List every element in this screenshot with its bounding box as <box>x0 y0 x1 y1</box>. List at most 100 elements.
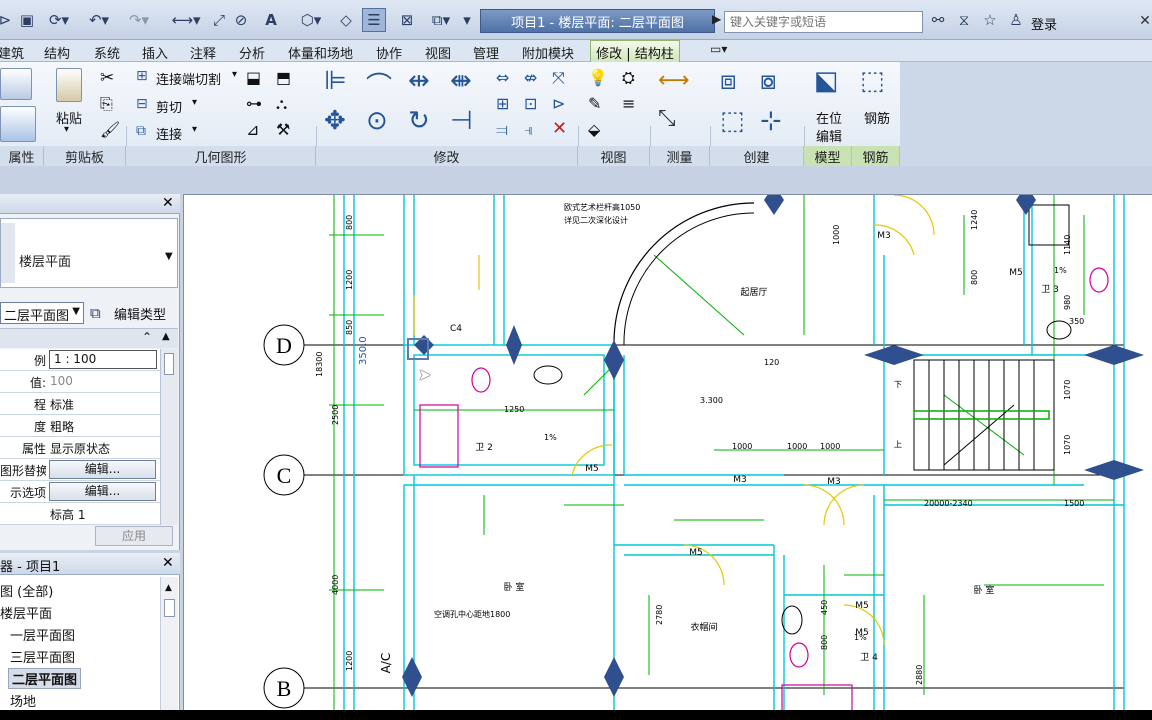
tab-manage[interactable]: 管理 <box>473 43 499 62</box>
tab-view[interactable]: 视图 <box>425 43 451 62</box>
rotate-icon[interactable]: ↻ <box>408 106 430 136</box>
login-button[interactable]: 登录 <box>1031 14 1057 33</box>
property-value[interactable]: 粗略 <box>50 418 74 435</box>
thin-lines-icon[interactable]: ☰ <box>362 8 386 32</box>
copy-icon[interactable]: ⎘ <box>100 94 113 114</box>
close-icon[interactable]: ✕ <box>162 195 174 211</box>
join-label[interactable]: 连接 <box>156 124 182 143</box>
browser-scrollbar[interactable]: ▲ <box>160 577 178 713</box>
align-icon[interactable]: ⊫ <box>324 66 347 96</box>
properties-icon[interactable] <box>0 106 36 142</box>
cope-icon[interactable]: ⊞ <box>136 68 148 84</box>
tab-modify-structural-column[interactable]: 修改 | 结构柱 <box>590 40 680 63</box>
mirror-draw-icon[interactable]: ⇼ <box>450 66 472 96</box>
split-face-icon[interactable]: ⬒ <box>276 68 291 87</box>
close-hidden-icon[interactable]: ⊠ <box>396 10 418 30</box>
view-instance-select[interactable]: 二层平面图 ▼ <box>0 302 84 324</box>
tag-icon[interactable]: ⊘ <box>232 10 250 30</box>
in-place-edit-label-2[interactable]: 编辑 <box>816 126 842 145</box>
tree-floor-1[interactable]: 一层平面图 <box>10 625 75 644</box>
ribbon-options-icon[interactable]: ▭▾ <box>710 42 727 56</box>
close-icon[interactable]: ✕ <box>162 555 174 571</box>
undo-icon[interactable]: ↶▾ <box>82 10 116 30</box>
scrollbar-thumb[interactable] <box>164 599 175 617</box>
rebar-label[interactable]: 钢筋 <box>864 108 890 127</box>
scroll-up-icon[interactable]: ▲ <box>165 583 172 593</box>
create-parts-icon[interactable]: ⧇ <box>760 66 777 97</box>
graphic-override-edit-button[interactable]: 编辑... <box>49 460 156 479</box>
tree-floor-2-selected[interactable]: 二层平面图 <box>8 668 82 689</box>
drawing-canvas[interactable]: D C B 起居厅 卫 2 卧 室 卧 室 衣帽间 卫 3 卫 4 C4 M5 … <box>183 194 1152 710</box>
paste-dropdown-icon[interactable]: ▾ <box>64 124 69 135</box>
paint-icon[interactable]: ⛬ <box>276 94 287 114</box>
hide-element-icon[interactable]: ⬙ <box>588 120 600 139</box>
property-value[interactable]: 显示原状态 <box>50 440 110 457</box>
wall-joins-icon[interactable]: ⬓ <box>246 68 261 87</box>
scroll-up-icon[interactable]: ▲ <box>162 331 170 342</box>
tree-views-all[interactable]: 图 (全部) <box>0 581 53 600</box>
join-geometry-icon[interactable]: ⊶ <box>246 94 262 113</box>
delete-icon[interactable]: ✕ <box>552 118 567 139</box>
open-icon[interactable]: ⊳ <box>0 10 14 30</box>
tab-systems[interactable]: 系统 <box>94 43 120 62</box>
redo-icon[interactable]: ↷▾ <box>122 10 156 30</box>
trim-multi-icon[interactable]: ⫣ <box>524 120 534 140</box>
unpin-icon[interactable]: ⤧ <box>552 68 565 88</box>
rebar-icon[interactable]: ⬚ <box>860 66 885 96</box>
edit-type-icon[interactable]: ⧉ <box>90 304 101 322</box>
cut-geometry-icon[interactable]: ⊟ <box>136 96 148 112</box>
join-icon[interactable]: ⧉ <box>136 123 146 139</box>
text-icon[interactable]: A <box>262 10 280 30</box>
subscription-icon[interactable]: ⧖ <box>954 10 974 30</box>
tab-insert[interactable]: 插入 <box>142 43 168 62</box>
cut-join-dropdown-icon[interactable]: ▾ <box>232 69 237 80</box>
cut-geometry-dropdown-icon[interactable]: ▾ <box>192 97 197 108</box>
expand-arrow-icon[interactable]: ▶ <box>712 12 721 26</box>
tab-architecture[interactable]: 建筑 <box>0 43 24 62</box>
dimension-icon[interactable]: ⤢ <box>210 10 228 30</box>
tree-floor-plans[interactable]: 楼层平面 <box>0 603 52 622</box>
switch-windows-icon[interactable]: ⧉▾ <box>424 10 458 30</box>
cut-geometry-label[interactable]: 剪切 <box>156 97 182 116</box>
offset-icon[interactable]: ⌒ <box>366 66 392 103</box>
property-value[interactable]: 标准 <box>50 396 74 413</box>
search-input[interactable] <box>724 11 923 33</box>
measure-between-icon[interactable]: ⟷ <box>658 68 690 93</box>
scrollbar-thumb[interactable] <box>164 353 174 375</box>
split-icon[interactable]: ⇔ <box>496 68 509 87</box>
user-icon[interactable]: ♙ <box>1006 10 1026 30</box>
trim-extend-icon[interactable]: ⊣ <box>450 106 473 136</box>
create-assembly-icon[interactable]: ⧈ <box>720 66 737 97</box>
tree-site[interactable]: 场地 <box>10 691 36 710</box>
properties-scrollbar[interactable] <box>160 349 178 525</box>
copy-element-icon[interactable]: ⊙ <box>366 106 388 136</box>
create-group-icon[interactable]: ⬚ <box>720 106 745 136</box>
display-options-edit-button[interactable]: 编辑... <box>49 482 156 501</box>
in-place-edit-label-1[interactable]: 在位 <box>816 108 842 127</box>
tab-analyze[interactable]: 分析 <box>239 43 265 62</box>
type-properties-icon[interactable] <box>0 68 32 100</box>
tree-floor-3[interactable]: 三层平面图 <box>10 647 75 666</box>
property-value[interactable]: 标高 1 <box>50 506 85 523</box>
tab-massing-site[interactable]: 体量和场地 <box>288 43 353 62</box>
join-dropdown-icon[interactable]: ▾ <box>192 124 197 135</box>
cut-join-label[interactable]: 连接端切割 <box>156 69 221 88</box>
override-graphics-icon[interactable]: ⛭ <box>622 68 635 88</box>
scale-icon[interactable]: ⊡ <box>524 94 537 113</box>
floor-plan-svg[interactable]: D C B 起居厅 卫 2 卧 室 卧 室 衣帽间 卫 3 卫 4 C4 M5 … <box>184 195 1152 710</box>
edit-type-button[interactable]: 编辑类型 <box>114 304 166 323</box>
section-icon[interactable]: ◇ <box>336 10 356 30</box>
split-gap-icon[interactable]: ⇎ <box>524 68 537 87</box>
close-window-icon[interactable]: ✕ <box>1134 12 1152 30</box>
line-style-icon[interactable]: ≡ <box>622 94 635 113</box>
scale-input[interactable]: 1 : 100 <box>49 350 157 369</box>
move-icon[interactable]: ✥ <box>324 106 346 136</box>
chevron-down-icon[interactable]: ▼ <box>165 251 173 262</box>
pin-icon[interactable]: ⊳ <box>552 94 565 113</box>
paste-icon[interactable] <box>56 68 82 102</box>
create-similar-icon[interactable]: ⊹ <box>760 106 782 136</box>
cut-clipboard-icon[interactable]: ✂ <box>100 68 114 88</box>
tab-addins[interactable]: 附加模块 <box>522 43 574 62</box>
favorites-star-icon[interactable]: ☆ <box>980 10 1000 30</box>
3d-view-icon[interactable]: ⬡▾ <box>294 10 328 30</box>
